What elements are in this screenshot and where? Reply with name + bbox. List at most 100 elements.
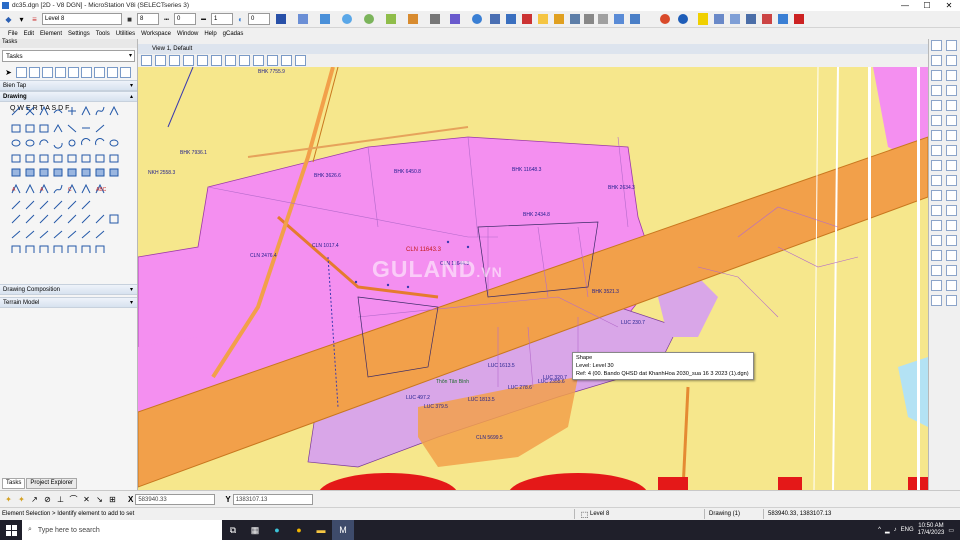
menu-utilities[interactable]: Utilities <box>116 31 135 37</box>
notification-icon[interactable]: ▭ <box>948 527 954 534</box>
task-tool-icon[interactable] <box>81 66 92 78</box>
tool-icon[interactable] <box>931 175 942 186</box>
section-terrain-model[interactable]: Terrain Model ▾ <box>0 297 137 308</box>
line-weight-dropdown[interactable]: 1 <box>211 13 233 25</box>
line-style-dropdown[interactable]: 0 <box>174 13 196 25</box>
fit-view-icon[interactable] <box>225 55 236 66</box>
window-area-icon[interactable] <box>211 55 222 66</box>
color-swatch-icon[interactable]: ■ <box>124 14 135 25</box>
snap-icon[interactable]: ↘ <box>94 494 105 505</box>
tool-icon[interactable] <box>931 190 942 201</box>
tool-icon[interactable] <box>931 280 942 291</box>
task-tool-icon[interactable] <box>55 66 66 78</box>
rotate-view-icon[interactable] <box>239 55 250 66</box>
tool-icon[interactable] <box>931 160 942 171</box>
task-tool-icon[interactable] <box>29 66 40 78</box>
task-tool-icon[interactable] <box>94 66 105 78</box>
color-dropdown[interactable]: 8 <box>137 13 159 25</box>
snap-icon[interactable]: ⊘ <box>42 494 53 505</box>
view-attributes-icon[interactable] <box>141 55 152 66</box>
tool-icon[interactable] <box>945 160 957 171</box>
element-type-icon[interactable]: ◆ <box>3 14 14 25</box>
y-coordinate-field[interactable]: 1383107.13 <box>232 493 313 505</box>
taskbar-clock[interactable]: 10:50 AM 17/4/2023 <box>918 523 945 537</box>
menu-file[interactable]: File <box>8 31 18 37</box>
tool-icon[interactable] <box>945 145 957 156</box>
tab-project-explorer[interactable]: Project Explorer <box>26 478 78 489</box>
tool-icon[interactable] <box>945 175 957 186</box>
display-style-icon[interactable] <box>155 55 166 66</box>
zoom-in-icon[interactable] <box>183 55 194 66</box>
network-icon[interactable]: ▂ <box>885 527 890 534</box>
zoom-out-icon[interactable] <box>197 55 208 66</box>
tool-icon[interactable] <box>945 235 957 246</box>
active-level-dropdown[interactable]: Level 8 <box>42 13 122 25</box>
start-button[interactable] <box>0 520 22 540</box>
file-explorer-icon[interactable]: ▬ <box>310 520 332 540</box>
tool-icon[interactable] <box>931 115 942 126</box>
microstation-taskbar-icon[interactable]: M <box>332 520 354 540</box>
snap-icon[interactable]: ✕ <box>81 494 92 505</box>
transparency-icon[interactable]: ◐ <box>235 14 246 25</box>
task-tool-icon[interactable] <box>107 66 118 78</box>
snap-icon[interactable]: ↗ <box>29 494 40 505</box>
tool-icon[interactable] <box>945 220 957 231</box>
tool-icon[interactable] <box>931 70 942 81</box>
task-tool-icon[interactable] <box>120 66 131 78</box>
snap-icon[interactable]: ⊞ <box>107 494 118 505</box>
view-previous-icon[interactable] <box>267 55 278 66</box>
menu-tools[interactable]: Tools <box>96 31 110 37</box>
select-arrow-icon[interactable] <box>931 40 942 51</box>
tool-icon[interactable] <box>945 85 957 96</box>
tool-icon[interactable] <box>931 250 942 261</box>
tray-arrow-icon[interactable]: ^ <box>878 527 881 533</box>
select-arrow-icon[interactable]: ➤ <box>3 67 14 78</box>
menu-gcadas[interactable]: gCadas <box>223 31 244 37</box>
maximize-button[interactable]: ☐ <box>916 0 938 11</box>
tool-icon[interactable] <box>945 295 957 306</box>
tool-icon[interactable] <box>945 205 957 216</box>
menu-edit[interactable]: Edit <box>24 31 34 37</box>
tool-icon[interactable] <box>945 130 957 141</box>
menu-workspace[interactable]: Workspace <box>141 31 171 37</box>
tool-icon[interactable] <box>945 250 957 261</box>
tool-icon[interactable] <box>945 70 957 81</box>
line-weight-icon[interactable]: ━ <box>198 14 209 25</box>
class-dropdown[interactable]: 0 <box>248 13 270 25</box>
x-coordinate-field[interactable]: 583940.33 <box>135 493 216 505</box>
map-view-canvas[interactable]: BHK 7755.9 BHK 7936.1 NKH 2558.3 BHK 362… <box>138 67 928 490</box>
section-drawing[interactable]: Drawing ▴ <box>0 91 137 102</box>
minimize-button[interactable]: — <box>894 0 916 11</box>
close-window-button[interactable]: ✕ <box>938 0 960 11</box>
tool-icon[interactable] <box>945 115 957 126</box>
tool-icon[interactable] <box>945 280 957 291</box>
tool-icon[interactable] <box>931 55 942 66</box>
snap-icon[interactable]: ⌒ <box>68 494 79 505</box>
menu-help[interactable]: Help <box>204 31 216 37</box>
chrome-icon[interactable]: ● <box>288 520 310 540</box>
tool-icon[interactable] <box>931 85 942 96</box>
tool-icon[interactable] <box>931 265 942 276</box>
language-indicator[interactable]: ENG <box>901 527 914 533</box>
tool-icon[interactable] <box>945 265 957 276</box>
task-tool-icon[interactable] <box>16 66 27 78</box>
pan-view-icon[interactable] <box>253 55 264 66</box>
tool-icon[interactable] <box>931 235 942 246</box>
tool-icon[interactable] <box>945 40 957 51</box>
task-tool-icon[interactable] <box>68 66 79 78</box>
tool-icon[interactable] <box>931 205 942 216</box>
tool-icon[interactable] <box>931 145 942 156</box>
menu-settings[interactable]: Settings <box>68 31 90 37</box>
menu-element[interactable]: Element <box>40 31 62 37</box>
clip-volume-icon[interactable] <box>295 55 306 66</box>
tool-icon[interactable] <box>945 55 957 66</box>
tool-icon[interactable] <box>945 190 957 201</box>
snap-icon[interactable]: ✦ <box>16 494 27 505</box>
snap-icon[interactable]: ⊥ <box>55 494 66 505</box>
menu-window[interactable]: Window <box>177 31 198 37</box>
update-view-icon[interactable] <box>169 55 180 66</box>
edge-icon[interactable]: ● <box>266 520 288 540</box>
lock-icon[interactable]: ⬚ <box>579 509 590 520</box>
section-bien-tap[interactable]: Bien Tap ▾ <box>0 80 137 91</box>
task-tool-icon[interactable] <box>42 66 53 78</box>
